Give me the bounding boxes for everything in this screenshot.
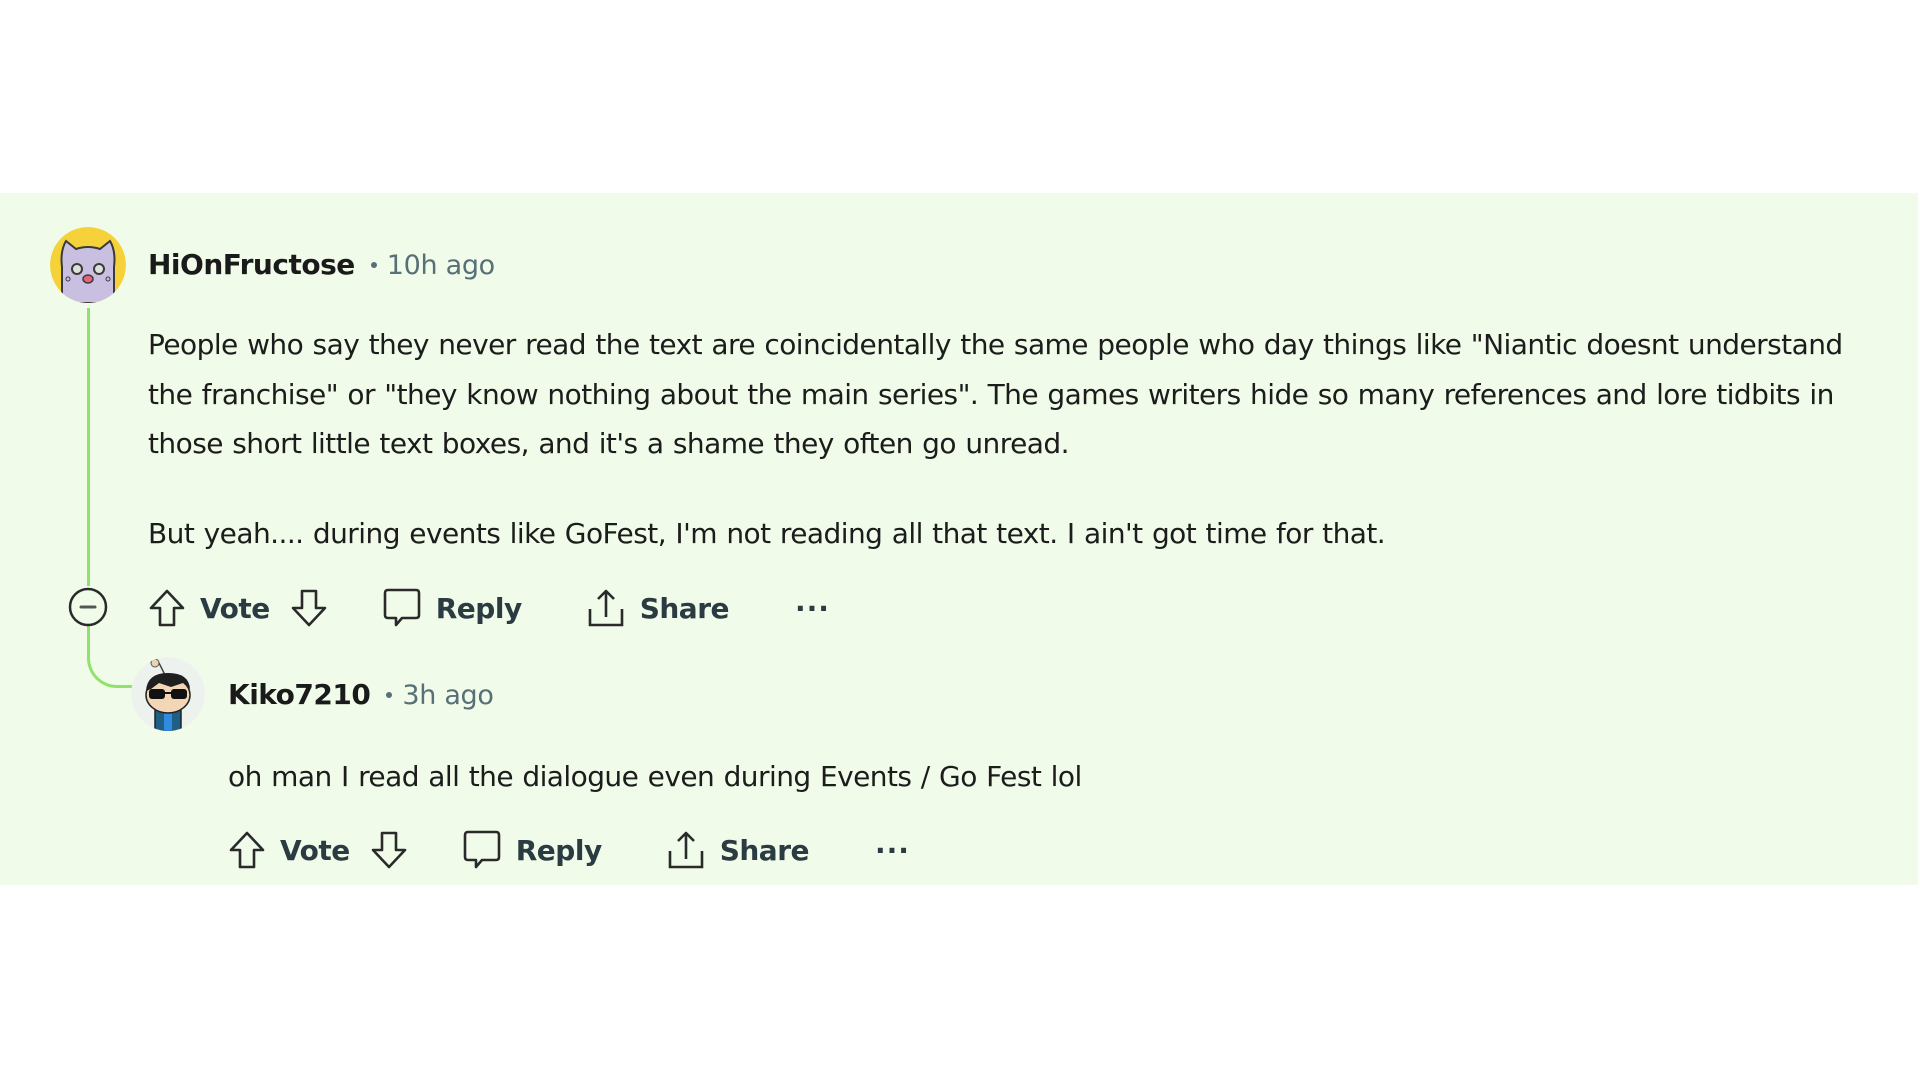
timestamp: 10h ago xyxy=(355,250,495,281)
comment-header: HiOnFructose 10h ago xyxy=(148,248,495,281)
more-options-icon: ··· xyxy=(875,833,910,867)
comment-body: People who say they never read the text … xyxy=(148,320,1878,558)
comment-header: Kiko7210 3h ago xyxy=(228,678,494,711)
comment-body: oh man I read all the dialogue even duri… xyxy=(228,752,1828,802)
comment-bubble-icon xyxy=(383,588,421,627)
downvote-button[interactable] xyxy=(370,830,408,870)
timestamp: 3h ago xyxy=(370,680,494,711)
upvote-icon xyxy=(149,589,185,627)
comment-paragraph: But yeah.... during events like GoFest, … xyxy=(148,516,1386,550)
share-label: Share xyxy=(719,833,810,867)
comment-paragraph: People who say they never read the text … xyxy=(148,328,1843,460)
sunglasses-avatar-icon xyxy=(131,657,205,731)
vote-label: Vote xyxy=(280,833,350,867)
cat-avatar-icon xyxy=(50,227,126,303)
comment-paragraph: oh man I read all the dialogue even duri… xyxy=(228,760,1082,793)
comment-bubble-icon xyxy=(463,830,501,869)
reply-label: Reply xyxy=(435,591,522,625)
separator-dot xyxy=(386,691,393,698)
separator-dot xyxy=(370,261,377,268)
avatar[interactable] xyxy=(131,657,205,731)
vote-label: Vote xyxy=(200,591,270,625)
upvote-icon xyxy=(229,831,265,869)
upvote-button[interactable]: Vote xyxy=(228,830,350,870)
share-button[interactable]: Share xyxy=(586,587,730,629)
downvote-icon xyxy=(291,589,327,627)
comment-actions: Vote Reply Share ··· xyxy=(148,586,830,630)
more-options-button[interactable]: ··· xyxy=(795,592,830,625)
share-icon xyxy=(588,589,624,627)
collapse-thread-button[interactable] xyxy=(68,587,108,627)
more-options-icon: ··· xyxy=(795,591,830,625)
username[interactable]: HiOnFructose xyxy=(148,248,355,281)
more-options-button[interactable]: ··· xyxy=(875,834,910,867)
username[interactable]: Kiko7210 xyxy=(228,678,371,711)
upvote-button[interactable]: Vote xyxy=(148,588,270,628)
downvote-icon xyxy=(371,831,407,869)
avatar[interactable] xyxy=(50,227,126,303)
share-icon xyxy=(668,831,704,869)
share-label: Share xyxy=(639,591,730,625)
reply-button[interactable]: Reply xyxy=(462,829,602,871)
time-ago: 10h ago xyxy=(386,250,495,281)
downvote-button[interactable] xyxy=(290,588,328,628)
time-ago: 3h ago xyxy=(402,680,494,711)
reply-button[interactable]: Reply xyxy=(382,587,522,629)
share-button[interactable]: Share xyxy=(666,829,810,871)
collapse-minus-icon xyxy=(68,587,108,627)
thread-line[interactable] xyxy=(87,308,90,586)
reply-label: Reply xyxy=(515,833,602,867)
comment-actions: Vote Reply Share ··· xyxy=(228,828,910,872)
